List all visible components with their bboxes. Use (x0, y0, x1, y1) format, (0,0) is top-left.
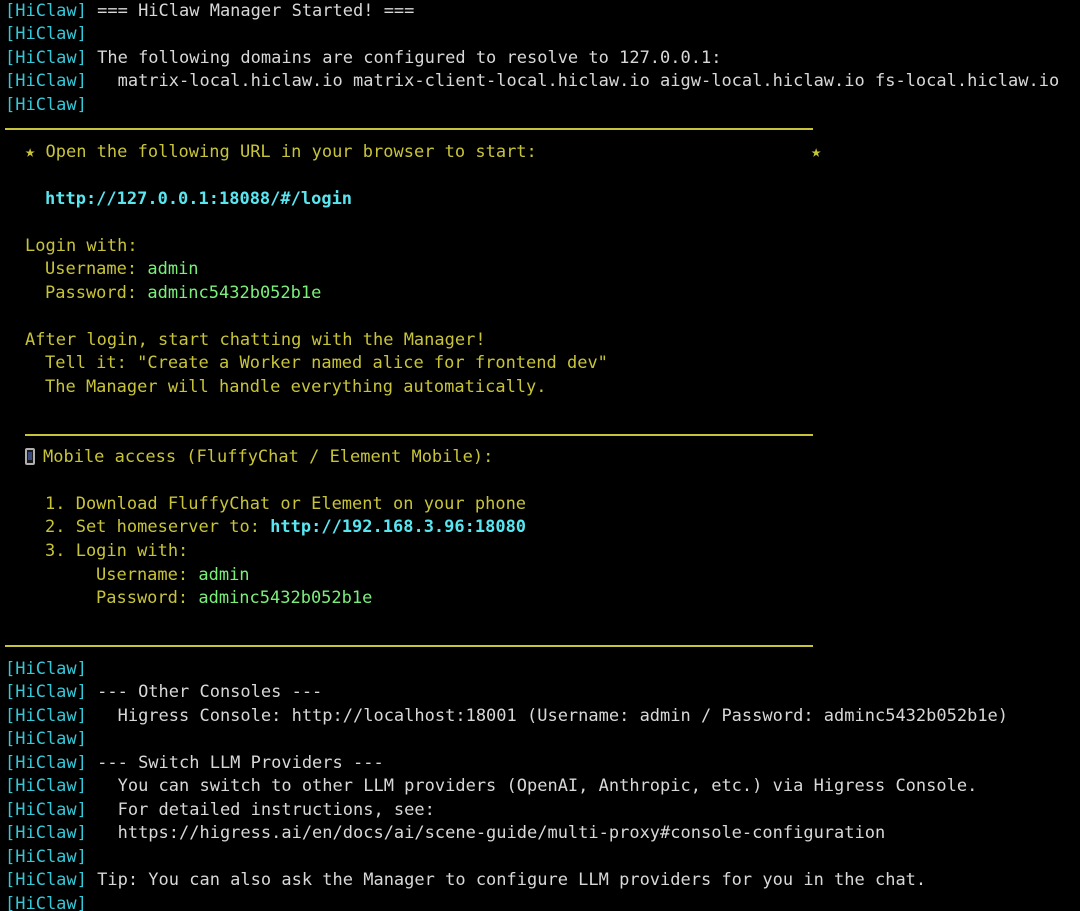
log-tag: [HiClaw] (5, 753, 87, 773)
login-username: Username: admin (45, 259, 199, 279)
log-tag: [HiClaw] (5, 24, 87, 44)
log-line-empty: [HiClaw] (5, 846, 87, 869)
mobile-step-2: 2. Set homeserver to: http://192.168.3.9… (45, 517, 527, 537)
log-line-other-consoles: [HiClaw] --- Other Consoles --- (5, 682, 323, 702)
log-tag: [HiClaw] (5, 847, 87, 867)
log-line-domains-list: [HiClaw] matrix-local.hiclaw.io matrix-c… (5, 71, 1060, 91)
handle-line: The Manager will handle everything autom… (45, 377, 547, 397)
homeserver-url-link[interactable]: http://192.168.3.96:18080 (270, 517, 526, 537)
password-value: adminc5432b052b1e (198, 588, 373, 608)
star-icon: ★ (811, 142, 822, 162)
log-line-empty: [HiClaw] (5, 728, 87, 751)
log-tag: [HiClaw] (5, 729, 87, 749)
log-line-started: [HiClaw] === HiClaw Manager Started! === (5, 1, 415, 21)
box-divider-middle (25, 434, 813, 436)
login-with-label: Login with: (25, 236, 138, 256)
log-tag: [HiClaw] (5, 776, 87, 796)
log-tag: [HiClaw] (5, 659, 87, 679)
mobile-step-1: 1. Download FluffyChat or Element on you… (45, 494, 527, 514)
mobile-phone-icon (25, 448, 35, 465)
log-tag: [HiClaw] (5, 48, 87, 68)
log-line-higress-console: [HiClaw] Higress Console: http://localho… (5, 706, 1009, 726)
mobile-password: Password: adminc5432b052b1e (96, 588, 373, 608)
log-line-domains-intro: [HiClaw] The following domains are confi… (5, 48, 722, 68)
log-line-tip: [HiClaw] Tip: You can also ask the Manag… (5, 870, 927, 890)
log-line-empty: [HiClaw] (5, 658, 87, 681)
username-value: admin (198, 565, 250, 585)
mobile-username: Username: admin (96, 565, 250, 585)
password-value: adminc5432b052b1e (147, 283, 322, 303)
log-line-docs-url: [HiClaw] https://higress.ai/en/docs/ai/s… (5, 822, 885, 845)
login-url-link[interactable]: http://127.0.0.1:18088/#/login (45, 188, 352, 211)
mobile-access-title: Mobile access (FluffyChat / Element Mobi… (25, 446, 493, 469)
log-line-switch-llm: [HiClaw] --- Switch LLM Providers --- (5, 753, 384, 773)
after-login-line: After login, start chatting with the Man… (25, 330, 486, 350)
open-url-line: ★ Open the following URL in your browser… (25, 142, 537, 162)
tell-it-line: Tell it: "Create a Worker named alice fo… (45, 353, 608, 373)
box-divider-bottom (5, 645, 813, 647)
log-tag: [HiClaw] (5, 95, 87, 115)
log-tag: [HiClaw] (5, 706, 87, 726)
log-line-switch-text: [HiClaw] You can switch to other LLM pro… (5, 776, 978, 796)
log-line-empty: [HiClaw] (5, 94, 87, 117)
log-tag: [HiClaw] (5, 870, 87, 890)
log-line-empty: [HiClaw] (5, 893, 87, 911)
log-tag: [HiClaw] (5, 800, 87, 820)
box-divider-top (5, 128, 813, 130)
mobile-step-3: 3. Login with: (45, 541, 189, 561)
username-value: admin (147, 259, 199, 279)
log-line-instructions: [HiClaw] For detailed instructions, see: (5, 800, 435, 820)
docs-url-link[interactable]: https://higress.ai/en/docs/ai/scene-guid… (87, 823, 886, 843)
log-line-empty: [HiClaw] (5, 23, 87, 46)
log-tag: [HiClaw] (5, 823, 87, 843)
star-icon: ★ (25, 142, 36, 162)
log-tag: [HiClaw] (5, 894, 87, 911)
log-tag: [HiClaw] (5, 1, 87, 21)
log-tag: [HiClaw] (5, 682, 87, 702)
log-tag: [HiClaw] (5, 71, 87, 91)
login-password: Password: adminc5432b052b1e (45, 283, 322, 303)
terminal-window: [HiClaw] === HiClaw Manager Started! ===… (0, 0, 1080, 911)
